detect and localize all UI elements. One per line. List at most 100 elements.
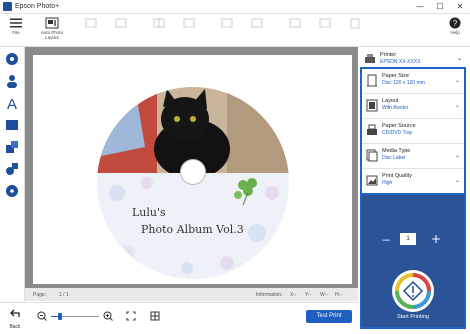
setting-value: Disc Label xyxy=(382,155,406,161)
person-icon[interactable] xyxy=(4,73,20,89)
copies-input[interactable]: 1 xyxy=(400,233,416,245)
frame-icon[interactable] xyxy=(4,117,20,133)
test-print-button[interactable]: Test Print xyxy=(306,310,352,323)
setting-print-quality[interactable]: Print Quality High ⌄ xyxy=(362,169,464,194)
help-label: Help xyxy=(450,30,460,35)
info-x: X:- xyxy=(290,292,297,298)
redo-icon xyxy=(115,18,127,28)
printer-value: EPSON XX-XXXX xyxy=(380,59,421,65)
copies-increment-button[interactable]: + xyxy=(431,232,441,246)
redo-button[interactable] xyxy=(106,14,136,46)
background-icon[interactable] xyxy=(4,51,20,67)
copy-icon xyxy=(289,18,301,28)
start-print-icon xyxy=(395,273,431,309)
distribute-button[interactable] xyxy=(174,14,204,46)
chevron-down-icon: ⌄ xyxy=(456,55,462,62)
printer-icon xyxy=(365,54,375,63)
setting-value: High xyxy=(382,180,393,186)
paste-button[interactable] xyxy=(310,14,340,46)
setting-label: Print Quality xyxy=(382,173,412,179)
close-button[interactable]: ✕ xyxy=(450,0,470,13)
setting-value: With Border xyxy=(382,105,409,111)
zoom-slider-thumb[interactable] xyxy=(58,313,62,320)
disc-label-preview[interactable]: Lulu's Photo Album Vol.3 xyxy=(97,87,289,279)
setting-paper-source[interactable]: Paper Source CD/DVD Tray xyxy=(362,119,464,144)
paper-source-icon xyxy=(367,124,377,135)
toolbar: File Auto Photo Layout ? Help xyxy=(0,14,470,47)
title-bar xyxy=(0,0,470,14)
back-label: Back xyxy=(9,324,21,330)
zoom-in-icon[interactable] xyxy=(103,311,113,321)
chevron-down-icon: ⌄ xyxy=(454,102,460,109)
align-button[interactable] xyxy=(144,14,174,46)
undo-icon xyxy=(85,18,97,28)
album-title-line2[interactable]: Photo Album Vol.3 xyxy=(141,223,244,236)
setting-label: Media Type xyxy=(382,148,411,154)
printer-selector[interactable]: Printer EPSON XX-XXXX ⌄ xyxy=(360,50,466,68)
setting-label: Paper Size xyxy=(382,73,409,79)
back-button[interactable]: Back xyxy=(6,306,24,330)
setting-paper-size[interactable]: Paper Size Disc 120 x 120 mm ⌄ xyxy=(362,69,464,94)
left-toolbar: A xyxy=(0,47,25,301)
setting-value: Disc 120 x 120 mm xyxy=(382,80,425,86)
copies-decrement-button[interactable]: − xyxy=(381,233,391,247)
group-icon xyxy=(251,18,263,28)
file-label: File xyxy=(12,30,20,35)
minimize-button[interactable]: — xyxy=(410,0,430,13)
start-printing-label: Start Printing xyxy=(397,314,429,320)
setting-label: Layout xyxy=(382,98,399,104)
arrange-button[interactable] xyxy=(212,14,242,46)
fit-to-window-icon[interactable] xyxy=(126,311,136,321)
disc-icon[interactable] xyxy=(4,183,20,199)
window-title: Epson Photo+ xyxy=(15,3,60,10)
copy-button[interactable] xyxy=(280,14,310,46)
page-label: Page: xyxy=(33,292,47,298)
undo-button[interactable] xyxy=(76,14,106,46)
printer-label: Printer xyxy=(380,52,397,58)
back-arrow-icon xyxy=(10,309,20,317)
page-value: 1 / 1 xyxy=(59,292,69,298)
align-icon xyxy=(153,18,165,28)
start-printing-button[interactable] xyxy=(392,270,434,312)
print-quality-icon xyxy=(366,175,378,186)
help-button[interactable]: ? Help xyxy=(440,14,470,46)
setting-media-type[interactable]: Media Type Disc Label ⌄ xyxy=(362,144,464,169)
zoom-out-icon[interactable] xyxy=(37,311,47,321)
layout-icon xyxy=(366,99,378,112)
media-type-icon xyxy=(366,149,378,162)
trash-icon xyxy=(350,18,360,29)
grid-icon[interactable] xyxy=(150,311,160,321)
album-title-line1[interactable]: Lulu's xyxy=(132,206,166,219)
info-h: H:- xyxy=(335,292,342,298)
hamburger-icon xyxy=(10,18,22,28)
chevron-down-icon: ⌄ xyxy=(454,177,460,184)
maximize-button[interactable]: ☐ xyxy=(430,0,450,13)
text-icon[interactable]: A xyxy=(4,95,20,111)
stamp-icon[interactable] xyxy=(4,139,20,155)
disc-center-hole xyxy=(180,159,206,185)
info-y: Y:- xyxy=(305,292,312,298)
distribute-icon xyxy=(183,18,195,28)
setting-value: CD/DVD Tray xyxy=(382,130,413,136)
svg-text:?: ? xyxy=(453,19,458,28)
print-settings-group: Paper Size Disc 120 x 120 mm ⌄ Layout Wi… xyxy=(360,67,466,195)
arrange-icon xyxy=(221,18,233,28)
setting-layout[interactable]: Layout With Border ⌄ xyxy=(362,94,464,119)
auto-photo-layout-label: Auto Photo Layout xyxy=(40,30,64,40)
chevron-down-icon: ⌄ xyxy=(454,152,460,159)
auto-photo-layout-button[interactable]: Auto Photo Layout xyxy=(35,14,69,46)
setting-label: Paper Source xyxy=(382,123,416,129)
group-button[interactable] xyxy=(242,14,272,46)
help-icon: ? xyxy=(449,17,461,29)
info-w: W:- xyxy=(320,292,328,298)
app-icon xyxy=(3,2,12,11)
file-menu-button[interactable]: File xyxy=(1,14,31,46)
chevron-down-icon: ⌄ xyxy=(454,77,460,84)
svg-text:A: A xyxy=(7,96,17,111)
status-bar: Page: 1 / 1 Information: X:- Y:- W:- H:- xyxy=(25,288,358,301)
shape-icon[interactable] xyxy=(4,161,20,177)
paste-icon xyxy=(319,18,331,28)
delete-button[interactable] xyxy=(340,14,370,46)
auto-layout-icon xyxy=(45,17,59,29)
paper-size-icon xyxy=(367,74,377,87)
